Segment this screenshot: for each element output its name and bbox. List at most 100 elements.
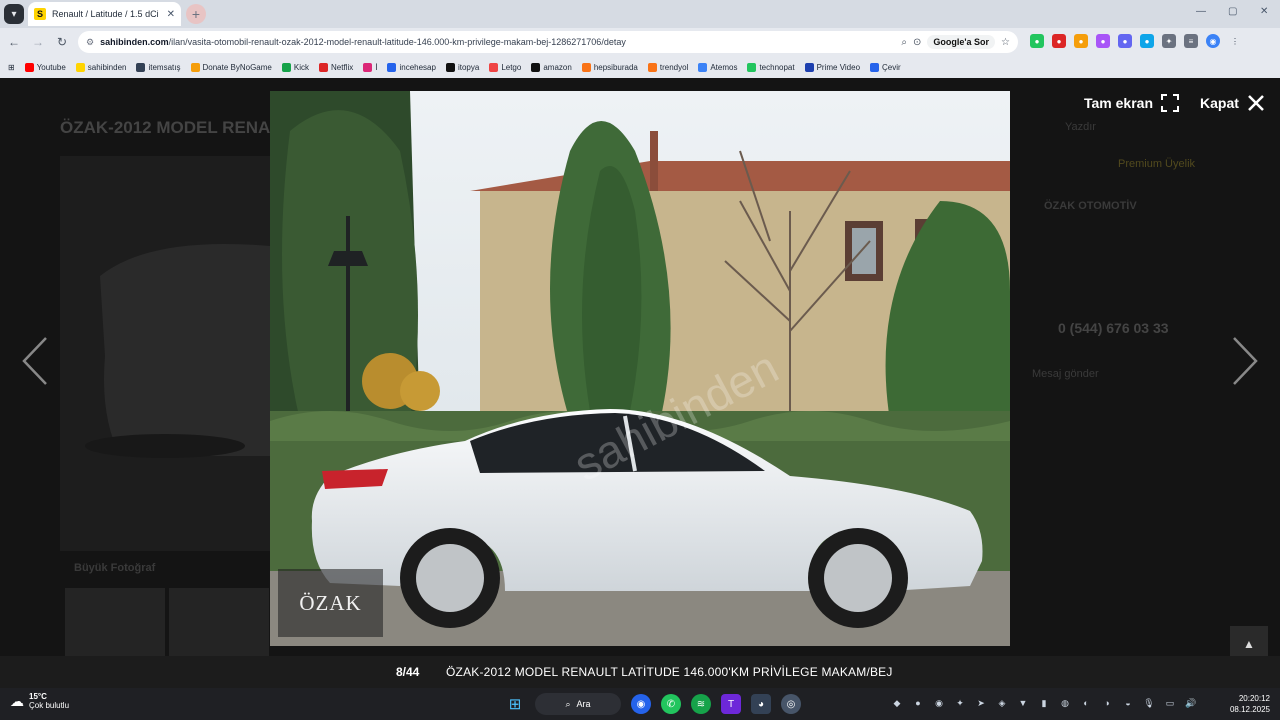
close-tab-icon[interactable]: ✕	[167, 9, 175, 20]
big-photo-link[interactable]: Büyük Fotoğraf	[74, 562, 155, 574]
tab-title: Renault / Latitude / 1.5 dCi / P...	[52, 9, 161, 19]
system-clock[interactable]: 20:20:12 08.12.2025	[1224, 693, 1270, 715]
extensions-row: ● ● ● ● ● ● ✦ ≡ ◉ ⋮	[1030, 34, 1242, 48]
extension-icon[interactable]: ●	[1140, 34, 1154, 48]
chrome-icon[interactable]: ◉	[631, 694, 651, 714]
clock-time: 20:20:12	[1238, 694, 1270, 703]
tray-icon[interactable]: ▮	[1037, 696, 1051, 710]
car-side-photo: sahibinden	[270, 91, 1010, 646]
browser-menu-icon[interactable]: ⋮	[1228, 34, 1242, 48]
extensions-puzzle-icon[interactable]: ✦	[1162, 34, 1176, 48]
windows-start-icon[interactable]: ⊞	[505, 694, 525, 714]
browser-tab[interactable]: S Renault / Latitude / 1.5 dCi / P... ✕	[28, 2, 181, 26]
extension-icon[interactable]: ●	[1074, 34, 1088, 48]
bookmark-item[interactable]: Prime Video	[804, 62, 860, 72]
maximize-icon[interactable]: ▢	[1228, 6, 1237, 17]
bookmark-item[interactable]: Letgo	[489, 62, 521, 72]
tray-icon[interactable]: ◍	[1058, 696, 1072, 710]
discord-icon[interactable]: ◕	[751, 694, 771, 714]
extension-icon[interactable]: ●	[1030, 34, 1044, 48]
tray-icon[interactable]: ✦	[953, 696, 967, 710]
bookmark-item[interactable]: itopya	[445, 62, 479, 72]
tray-icon[interactable]: ◑	[1100, 696, 1114, 710]
previous-photo-arrow-icon[interactable]	[20, 336, 50, 386]
bookmark-item[interactable]: incehesap	[387, 62, 436, 72]
print-link[interactable]: Yazdır	[1065, 121, 1096, 133]
system-tray: ◆ ● ◉ ✦ ➤ ◈ ▼ ▮ ◍ ◐ ◑ ◒ 🎙 ▭ 🔊	[890, 696, 1198, 710]
close-icon	[1248, 95, 1264, 111]
bookmark-item[interactable]: Atemos	[698, 62, 737, 72]
teams-icon[interactable]: T	[721, 694, 741, 714]
reload-icon[interactable]: ↻	[54, 34, 70, 50]
extension-icon[interactable]: ●	[1118, 34, 1132, 48]
browser-tab-strip: ▾ S Renault / Latitude / 1.5 dCi / P... …	[0, 0, 1280, 28]
close-label: Kapat	[1200, 95, 1239, 111]
password-icon[interactable]: ⊙	[913, 37, 921, 48]
new-tab-button[interactable]: +	[186, 4, 206, 24]
tray-icon[interactable]: ◈	[995, 696, 1009, 710]
profile-avatar[interactable]: ◉	[1206, 34, 1220, 48]
volume-icon[interactable]: 🔊	[1184, 696, 1198, 710]
spotify-icon[interactable]: ≋	[691, 694, 711, 714]
tray-icon[interactable]: ➤	[974, 696, 988, 710]
apps-grid-icon[interactable]: ⊞	[8, 63, 15, 72]
seller-name[interactable]: ÖZAK OTOMOTİV	[1044, 200, 1137, 212]
forward-icon[interactable]: →	[30, 34, 46, 50]
url-text[interactable]: sahibinden.com/ilan/vasita-otomobil-rena…	[100, 37, 895, 47]
google-ask-button[interactable]: Google'a Sor	[927, 35, 996, 49]
tray-icon[interactable]: ◉	[932, 696, 946, 710]
sahibinden-favicon-icon: S	[34, 8, 46, 20]
search-label: Ara	[576, 699, 591, 709]
bookmark-item[interactable]: Donate ByNoGame	[190, 62, 272, 72]
extension-icon[interactable]: ●	[1052, 34, 1066, 48]
taskbar-apps: ⊞ ⌕ Ara ◉ ✆ ≋ T ◕ ◎	[505, 693, 801, 715]
whatsapp-icon[interactable]: ✆	[661, 694, 681, 714]
tray-icon[interactable]: ●	[911, 696, 925, 710]
extension-icon[interactable]: ●	[1096, 34, 1110, 48]
tray-icon[interactable]: ◐	[1079, 696, 1093, 710]
listing-title: ÖZAK-2012 MODEL RENA	[60, 118, 271, 137]
microphone-icon[interactable]: 🎙	[1142, 696, 1156, 710]
next-photo-arrow-icon[interactable]	[1230, 336, 1260, 386]
network-icon[interactable]: ▭	[1163, 696, 1177, 710]
bookmark-item[interactable]: İ	[363, 62, 377, 72]
url-bar[interactable]: ⚙ sahibinden.com/ilan/vasita-otomobil-re…	[78, 31, 1018, 53]
seller-phone: 0 (544) 676 03 33	[1058, 320, 1169, 336]
thumbnail[interactable]	[169, 588, 269, 658]
listing-page: ÖZAK-2012 MODEL RENA Büyük Fotoğraf Yazd…	[0, 78, 1280, 688]
tray-icon[interactable]: ◆	[890, 696, 904, 710]
weather-condition: Çok bulutlu	[29, 701, 70, 710]
bookmark-item[interactable]: trendyol	[647, 62, 688, 72]
back-icon[interactable]: ←	[6, 34, 22, 50]
zoom-icon[interactable]: ⌕	[901, 37, 907, 48]
tray-icon[interactable]: ▼	[1016, 696, 1030, 710]
tab-search-button[interactable]: ▾	[4, 4, 24, 24]
bookmarks-bar: ⊞ Youtube sahibinden itemsatış Donate By…	[0, 56, 1280, 78]
app-icon[interactable]: ◎	[781, 694, 801, 714]
bookmark-item[interactable]: technopat	[747, 62, 795, 72]
taskbar: ☁ 15°C Çok bulutlu ⊞ ⌕ Ara ◉ ✆ ≋ T ◕ ◎ ◆…	[0, 688, 1280, 720]
media-icon[interactable]: ≡	[1184, 34, 1198, 48]
site-info-icon[interactable]: ⚙	[86, 37, 94, 48]
bookmark-item[interactable]: itemsatış	[136, 62, 181, 72]
bookmark-item[interactable]: hepsiburada	[581, 62, 638, 72]
weather-widget[interactable]: ☁ 15°C Çok bulutlu	[10, 692, 69, 710]
tray-icon[interactable]: ◒	[1121, 696, 1135, 710]
fullscreen-button[interactable]: Tam ekran	[1084, 94, 1179, 112]
dealer-watermark: ÖZAK	[278, 569, 383, 637]
main-photo-background	[60, 156, 270, 551]
bookmark-item[interactable]: Netflix	[319, 62, 353, 72]
bookmark-item[interactable]: amazon	[531, 62, 572, 72]
bookmark-item[interactable]: sahibinden	[75, 62, 126, 72]
minimize-icon[interactable]: —	[1196, 6, 1206, 17]
bookmark-item[interactable]: Youtube	[24, 62, 66, 72]
message-link[interactable]: Mesaj gönder	[1032, 368, 1099, 380]
taskbar-search[interactable]: ⌕ Ara	[535, 693, 621, 715]
bookmark-item[interactable]: Çevir	[870, 62, 901, 72]
lightbox-caption-bar: 8/44 ÖZAK-2012 MODEL RENAULT LATİTUDE 14…	[0, 656, 1280, 688]
window-close-icon[interactable]: ✕	[1260, 6, 1268, 17]
close-lightbox-button[interactable]: Kapat	[1200, 94, 1265, 112]
bookmark-item[interactable]: Kick	[281, 62, 309, 72]
thumbnail[interactable]	[65, 588, 165, 658]
bookmark-star-icon[interactable]: ☆	[1001, 37, 1010, 48]
